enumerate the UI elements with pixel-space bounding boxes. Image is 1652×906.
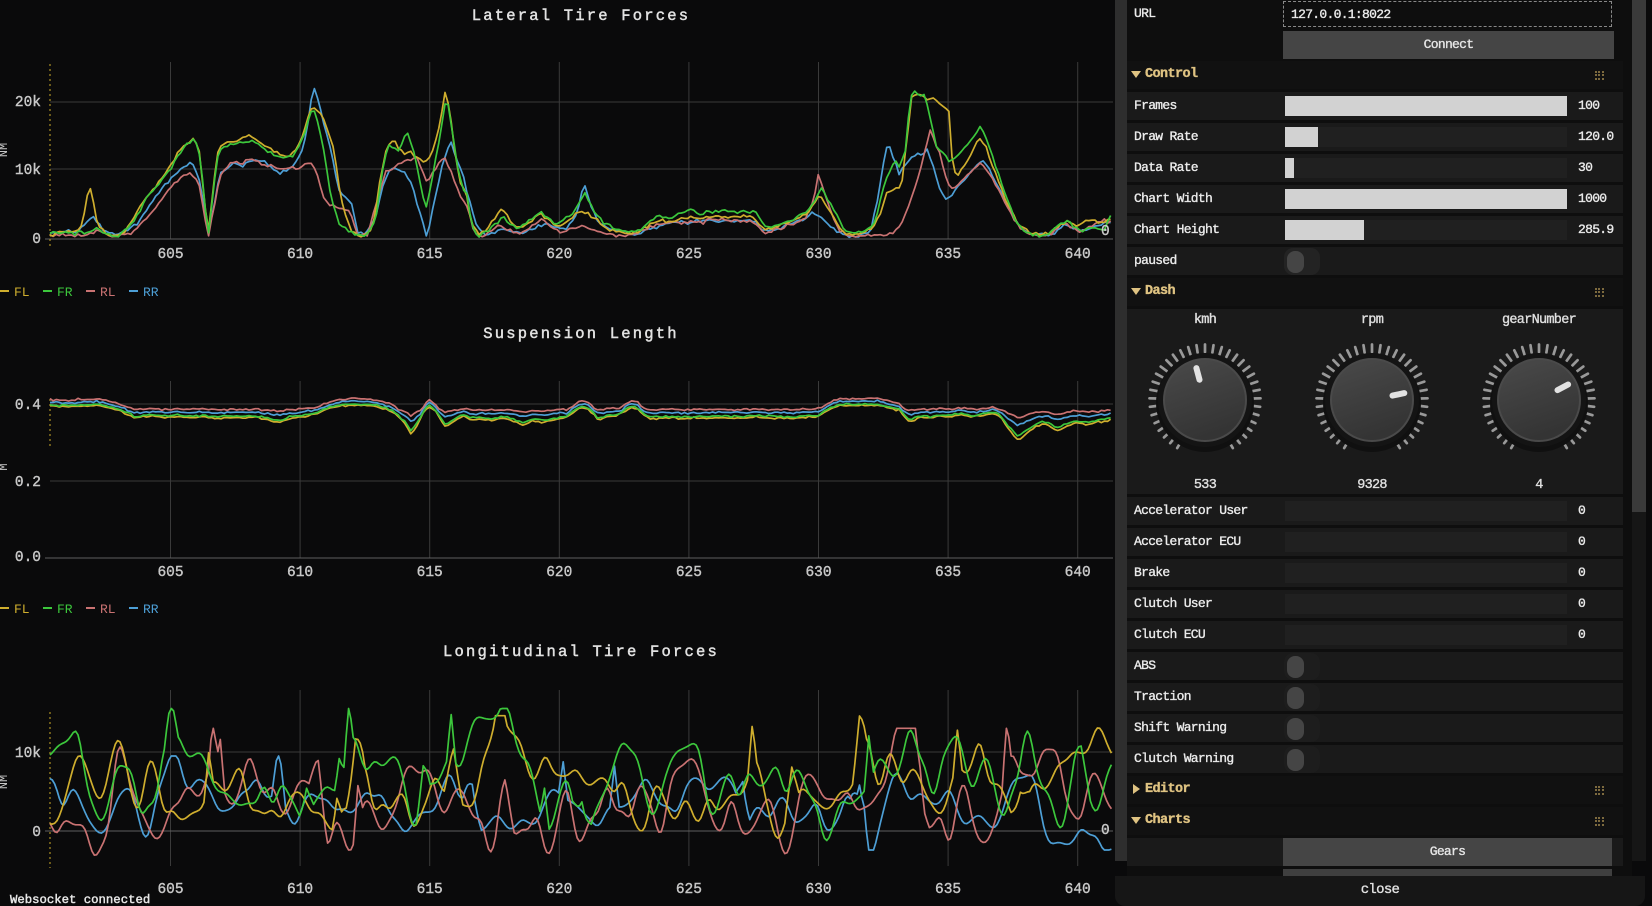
svg-text:610: 610 — [287, 247, 313, 263]
svg-text:615: 615 — [417, 247, 443, 263]
svg-text:625: 625 — [676, 247, 702, 263]
svg-text:RR: RR — [143, 285, 159, 300]
svg-text:FR: FR — [57, 602, 73, 617]
svg-text:630: 630 — [805, 565, 831, 581]
svg-text:640: 640 — [1065, 247, 1091, 263]
svg-text:20k: 20k — [15, 95, 41, 111]
svg-text:FR: FR — [57, 285, 73, 300]
svg-text:0: 0 — [1101, 823, 1110, 839]
svg-text:610: 610 — [287, 565, 313, 581]
svg-text:635: 635 — [935, 882, 961, 898]
svg-text:640: 640 — [1065, 882, 1091, 898]
svg-text:RR: RR — [143, 602, 159, 617]
svg-text:10k: 10k — [15, 163, 41, 179]
svg-text:630: 630 — [805, 882, 831, 898]
svg-text:Longitudinal Tire Forces: Longitudinal Tire Forces — [443, 643, 719, 661]
svg-text:605: 605 — [157, 247, 183, 263]
svg-text:0.4: 0.4 — [15, 398, 41, 414]
svg-text:630: 630 — [805, 247, 831, 263]
svg-text:0: 0 — [32, 232, 41, 248]
svg-text:RL: RL — [100, 285, 116, 300]
svg-text:635: 635 — [935, 247, 961, 263]
svg-text:0.2: 0.2 — [15, 475, 41, 491]
svg-text:10k: 10k — [15, 746, 41, 762]
svg-text:605: 605 — [157, 565, 183, 581]
svg-text:FL: FL — [14, 285, 30, 300]
svg-text:Suspension Length: Suspension Length — [483, 325, 679, 343]
svg-text:RL: RL — [100, 602, 116, 617]
svg-text:620: 620 — [546, 247, 572, 263]
svg-text:640: 640 — [1065, 565, 1091, 581]
svg-text:620: 620 — [546, 565, 572, 581]
svg-text:605: 605 — [157, 882, 183, 898]
svg-text:0: 0 — [1101, 224, 1110, 240]
svg-text:NM: NM — [0, 775, 11, 789]
svg-text:0.0: 0.0 — [15, 550, 41, 566]
svg-text:620: 620 — [546, 882, 572, 898]
svg-text:FL: FL — [14, 602, 30, 617]
svg-text:615: 615 — [417, 565, 443, 581]
svg-text:Lateral Tire Forces: Lateral Tire Forces — [472, 7, 691, 25]
svg-text:NM: NM — [0, 143, 11, 157]
svg-text:M: M — [0, 463, 11, 470]
svg-text:0: 0 — [32, 825, 41, 841]
svg-text:625: 625 — [676, 565, 702, 581]
svg-text:610: 610 — [287, 882, 313, 898]
svg-text:625: 625 — [676, 882, 702, 898]
svg-text:615: 615 — [417, 882, 443, 898]
svg-text:Websocket connected: Websocket connected — [10, 893, 150, 906]
svg-text:635: 635 — [935, 565, 961, 581]
